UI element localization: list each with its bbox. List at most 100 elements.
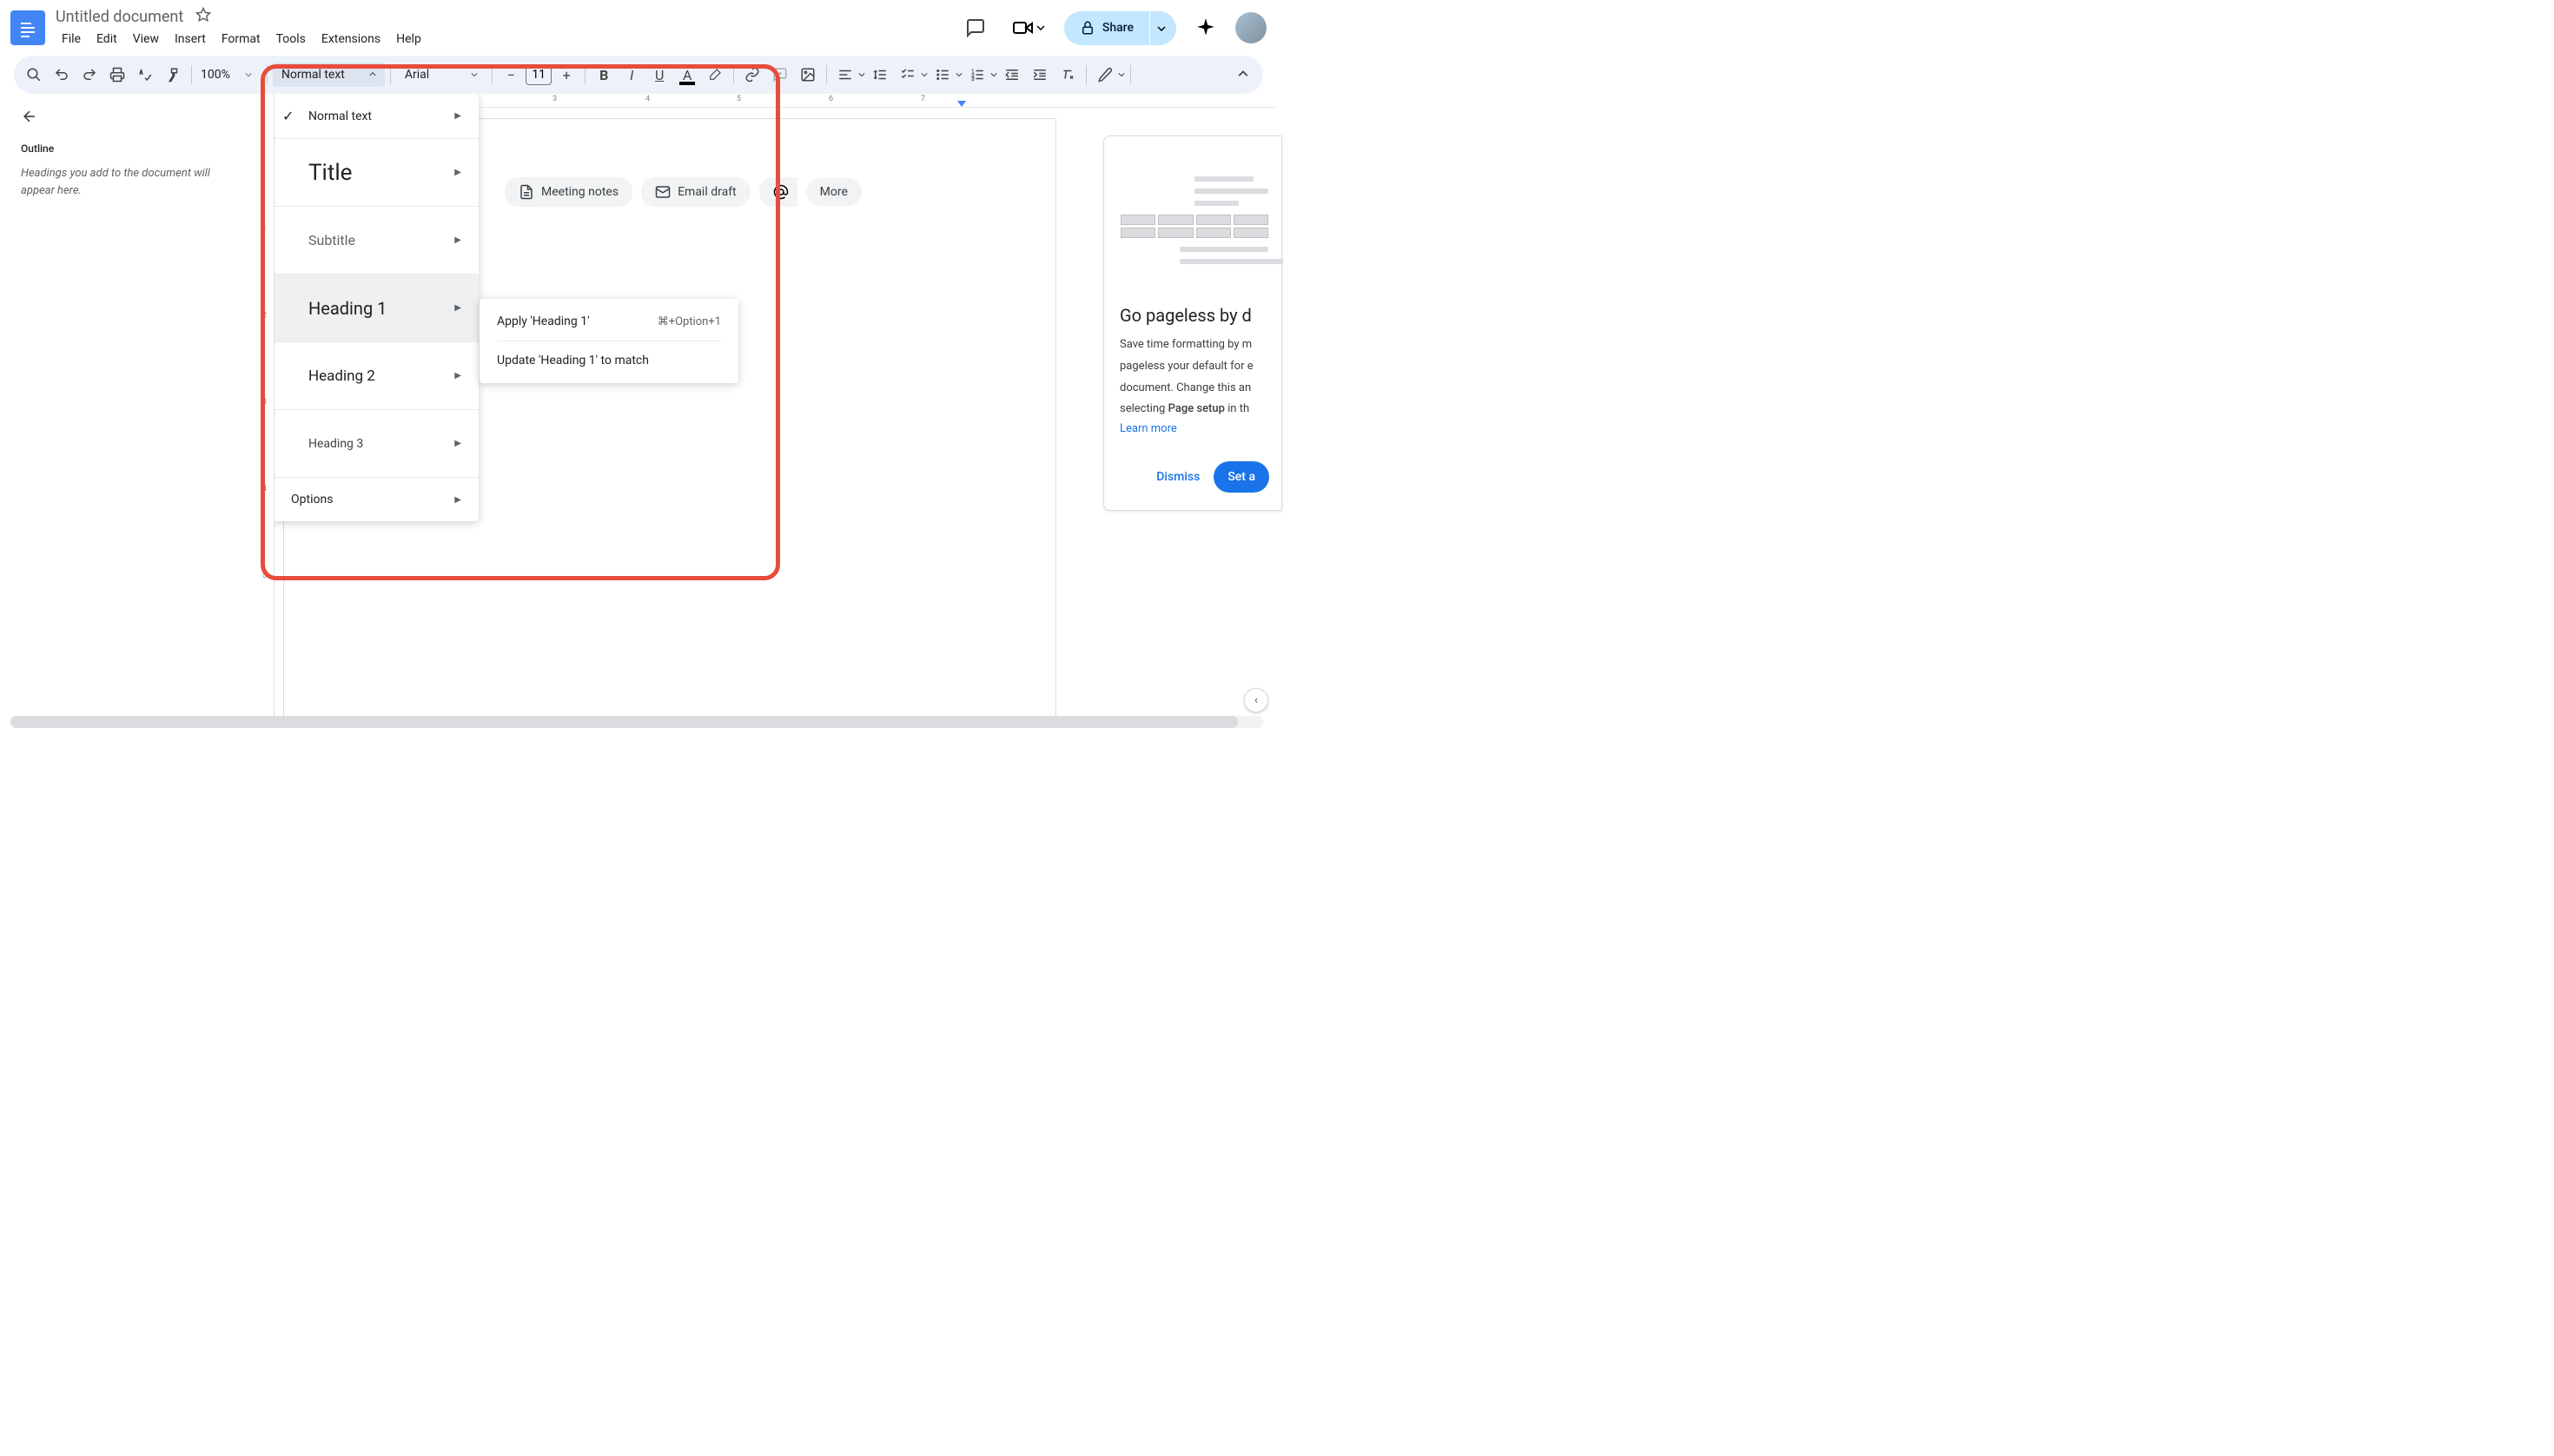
ruler-mark: 5	[737, 95, 741, 103]
share-button[interactable]: Share	[1064, 11, 1149, 45]
zoom-dropdown[interactable]	[235, 62, 261, 88]
line-spacing-button[interactable]	[867, 62, 893, 88]
title-area: Untitled document File Edit View Insert …	[56, 7, 958, 50]
bulleted-list-button[interactable]	[930, 62, 956, 88]
lock-icon	[1080, 20, 1095, 36]
comments-icon[interactable]	[958, 10, 993, 45]
style-option-normal[interactable]: ✓ Normal text ▶	[275, 94, 479, 139]
style-option-title[interactable]: Title ▶	[275, 139, 479, 207]
menu-view[interactable]: View	[127, 29, 165, 50]
vertical-ruler[interactable]: 1 2 3 4 5	[261, 94, 275, 725]
outline-title: Outline	[21, 142, 240, 155]
learn-more-link[interactable]: Learn more	[1120, 422, 1269, 435]
scrollbar-thumb[interactable]	[10, 716, 1238, 728]
chip-label: More	[820, 185, 848, 199]
zoom-level[interactable]: 100%	[197, 68, 234, 82]
ruler-mark: 4	[645, 95, 650, 103]
undo-button[interactable]	[49, 62, 75, 88]
spellcheck-button[interactable]	[132, 62, 158, 88]
email-draft-chip[interactable]: Email draft	[641, 177, 751, 207]
italic-button[interactable]: I	[619, 62, 645, 88]
chevron-right-icon: ▶	[454, 303, 461, 313]
style-option-heading2[interactable]: Heading 2 ▶	[275, 342, 479, 410]
style-option-heading3[interactable]: Heading 3 ▶	[275, 410, 479, 478]
editing-mode-button[interactable]	[1092, 62, 1118, 88]
style-label: Normal text	[308, 109, 372, 123]
menu-bar: File Edit View Insert Format Tools Exten…	[56, 29, 958, 50]
gemini-sparkle-icon[interactable]	[1188, 10, 1223, 45]
chevron-down-icon[interactable]	[956, 71, 963, 78]
align-button[interactable]	[832, 62, 858, 88]
checklist-button[interactable]	[895, 62, 921, 88]
video-call-button[interactable]	[1005, 12, 1052, 43]
style-option-heading1[interactable]: Heading 1 ▶	[275, 275, 479, 342]
horizontal-scrollbar[interactable]	[10, 716, 1263, 728]
document-title[interactable]: Untitled document	[56, 8, 183, 26]
chevron-down-icon[interactable]	[858, 71, 865, 78]
print-button[interactable]	[104, 62, 130, 88]
menu-help[interactable]: Help	[390, 29, 427, 50]
search-icon[interactable]	[21, 62, 47, 88]
ruler-mark: 6	[829, 95, 833, 103]
menu-insert[interactable]: Insert	[169, 29, 212, 50]
star-icon[interactable]	[195, 7, 211, 27]
collapse-toolbar-button[interactable]	[1230, 62, 1256, 88]
outline-hint: Headings you add to the document will ap…	[21, 165, 240, 199]
menu-format[interactable]: Format	[215, 29, 267, 50]
apply-heading1-item[interactable]: Apply 'Heading 1' ⌘+Option+1	[480, 306, 738, 337]
meeting-notes-chip[interactable]: Meeting notes	[505, 177, 632, 207]
ruler-mark: 7	[921, 95, 925, 103]
keyboard-shortcut: ⌘+Option+1	[658, 315, 721, 328]
promo-text-line: pageless your default for e	[1120, 358, 1269, 376]
numbered-list-button[interactable]: 123	[964, 62, 990, 88]
update-heading1-item[interactable]: Update 'Heading 1' to match	[480, 345, 738, 376]
smart-chips-row: Meeting notes Email draft More	[505, 177, 862, 207]
menu-extensions[interactable]: Extensions	[315, 29, 387, 50]
promo-text-line: Save time formatting by m	[1120, 336, 1269, 354]
text-color-button[interactable]: A	[674, 62, 700, 88]
decrease-indent-button[interactable]	[999, 62, 1025, 88]
add-comment-button[interactable]	[767, 62, 793, 88]
chevron-down-icon[interactable]	[1118, 71, 1125, 78]
share-dropdown[interactable]	[1150, 11, 1176, 45]
right-indent-marker[interactable]	[957, 101, 966, 107]
insert-image-button[interactable]	[795, 62, 821, 88]
redo-button[interactable]	[76, 62, 103, 88]
ruler-mark: 1	[262, 224, 267, 233]
clear-formatting-button[interactable]	[1055, 62, 1081, 88]
style-option-options[interactable]: Options ▶	[275, 478, 479, 521]
paint-format-button[interactable]	[160, 62, 186, 88]
style-label: Heading 3	[308, 437, 363, 451]
set-default-button[interactable]: Set a	[1214, 461, 1269, 493]
menu-file[interactable]: File	[56, 29, 87, 50]
partial-chip[interactable]	[759, 177, 797, 207]
highlight-color-button[interactable]	[702, 62, 728, 88]
chevron-right-icon: ▶	[454, 371, 461, 381]
avatar[interactable]	[1235, 12, 1267, 43]
check-icon: ✓	[282, 108, 294, 124]
docs-logo-icon[interactable]	[10, 10, 45, 45]
menu-tools[interactable]: Tools	[270, 29, 312, 50]
menu-edit[interactable]: Edit	[90, 29, 123, 50]
more-chip[interactable]: More	[806, 178, 862, 206]
chevron-down-icon[interactable]	[921, 71, 928, 78]
bold-button[interactable]: B	[591, 62, 617, 88]
document-icon	[519, 184, 534, 200]
at-icon	[773, 184, 789, 200]
close-outline-button[interactable]	[21, 108, 240, 129]
font-family-select[interactable]: Arial	[396, 63, 486, 87]
paragraph-style-select[interactable]: Normal text	[273, 63, 385, 87]
style-option-subtitle[interactable]: Subtitle ▶	[275, 207, 479, 275]
dismiss-button[interactable]: Dismiss	[1156, 470, 1200, 484]
increase-indent-button[interactable]	[1027, 62, 1053, 88]
style-label: Options	[291, 493, 333, 506]
insert-link-button[interactable]	[739, 62, 765, 88]
chevron-down-icon[interactable]	[990, 71, 997, 78]
increase-font-size[interactable]: +	[553, 62, 579, 88]
underline-button[interactable]: U	[646, 62, 672, 88]
font-size-input[interactable]	[526, 64, 552, 85]
explore-button[interactable]: ‹	[1244, 688, 1268, 712]
pageless-promo-panel: Go pageless by d Save time formatting by…	[1103, 136, 1282, 511]
decrease-font-size[interactable]: −	[498, 62, 524, 88]
style-label: Subtitle	[308, 232, 355, 248]
